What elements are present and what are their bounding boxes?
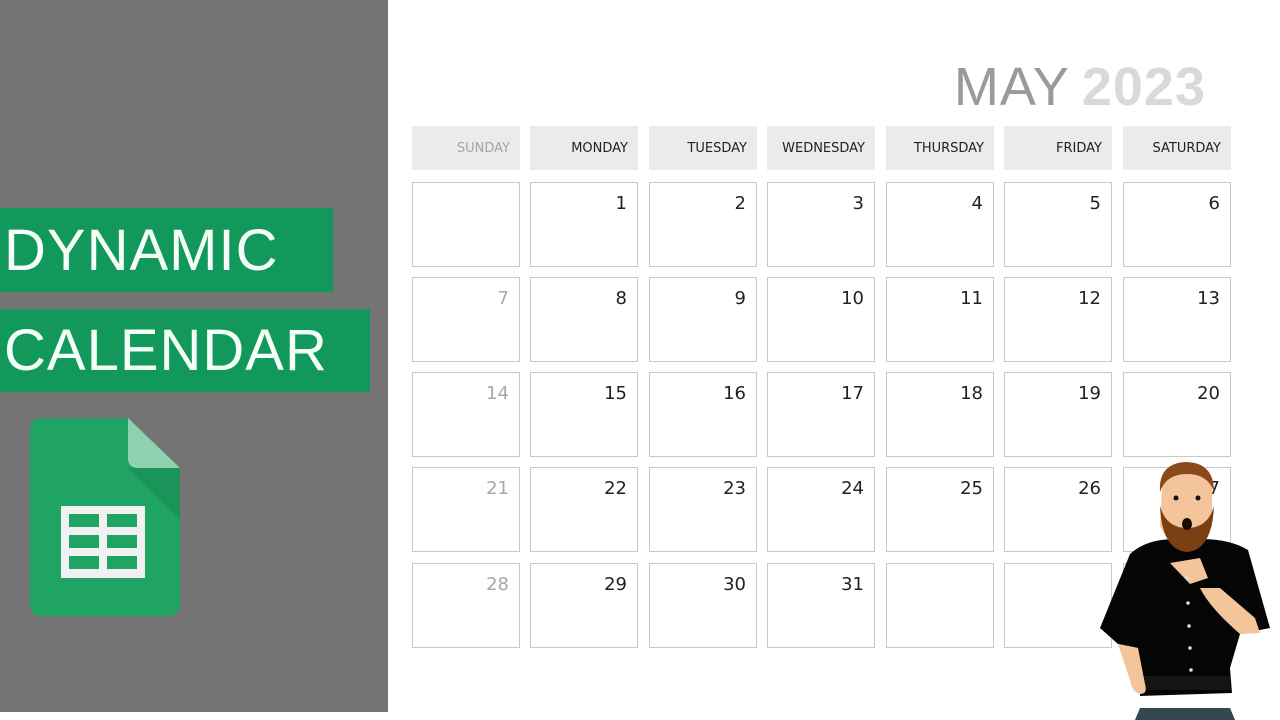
day-number: 14: [486, 383, 509, 404]
day-number: 2: [734, 193, 746, 214]
day-cell[interactable]: 11: [886, 277, 994, 362]
day-cell[interactable]: 10: [767, 277, 875, 362]
day-number: 19: [1078, 383, 1101, 404]
weekday-header-friday: FRIDAY: [1004, 126, 1112, 170]
day-cell[interactable]: 6: [1123, 182, 1231, 267]
day-number: 24: [841, 478, 864, 499]
weekday-header-tuesday: TUESDAY: [649, 126, 757, 170]
day-number: 5: [1089, 193, 1101, 214]
day-number: 28: [486, 574, 509, 595]
weekday-header-thursday: THURSDAY: [886, 126, 994, 170]
day-cell[interactable]: 18: [886, 372, 994, 457]
day-number: 13: [1197, 288, 1220, 309]
day-number: 20: [1197, 383, 1220, 404]
day-number: 11: [960, 288, 983, 309]
day-cell[interactable]: 20: [1123, 372, 1231, 457]
day-number: 23: [723, 478, 746, 499]
day-cell[interactable]: 5: [1004, 182, 1112, 267]
belt-shape: [1138, 676, 1230, 690]
day-cell[interactable]: 7: [412, 277, 520, 362]
day-cell[interactable]: 29: [530, 563, 638, 648]
day-number: 4: [971, 193, 983, 214]
day-cell[interactable]: 15: [530, 372, 638, 457]
day-cell[interactable]: 19: [1004, 372, 1112, 457]
day-cell[interactable]: 9: [649, 277, 757, 362]
day-number: 1: [615, 193, 627, 214]
day-cell[interactable]: 31: [767, 563, 875, 648]
day-number: 7: [497, 288, 509, 309]
title-banner-dynamic: DYNAMIC: [0, 208, 333, 292]
day-number: 25: [960, 478, 983, 499]
day-cell[interactable]: 28: [412, 563, 520, 648]
title-line-1: DYNAMIC: [4, 217, 279, 283]
day-cell[interactable]: 25: [886, 467, 994, 552]
day-cell[interactable]: [412, 182, 520, 267]
day-number: 12: [1078, 288, 1101, 309]
day-number: 16: [723, 383, 746, 404]
day-number: 17: [841, 383, 864, 404]
day-cell[interactable]: 14: [412, 372, 520, 457]
presenter-illustration: [1100, 462, 1270, 720]
weekday-header-wednesday: WEDNESDAY: [767, 126, 875, 170]
day-number: 3: [852, 193, 864, 214]
day-cell[interactable]: 21: [412, 467, 520, 552]
left-panel: DYNAMIC CALENDAR: [0, 0, 388, 712]
title-line-2: CALENDAR: [4, 318, 328, 383]
day-cell[interactable]: 2: [649, 182, 757, 267]
day-cell[interactable]: 30: [649, 563, 757, 648]
day-cell[interactable]: 1: [530, 182, 638, 267]
title-banner-calendar: CALENDAR: [0, 309, 370, 392]
month-label: MAY: [953, 57, 1070, 117]
day-number: 22: [604, 478, 627, 499]
google-sheets-icon: [30, 418, 180, 616]
day-number: 21: [486, 478, 509, 499]
day-cell[interactable]: [886, 563, 994, 648]
day-cell[interactable]: 24: [767, 467, 875, 552]
day-cell[interactable]: 12: [1004, 277, 1112, 362]
day-number: 29: [604, 574, 627, 595]
day-number: 8: [615, 288, 627, 309]
day-number: 18: [960, 383, 983, 404]
pants-shape: [1135, 708, 1235, 720]
day-cell[interactable]: 17: [767, 372, 875, 457]
weekday-header-monday: MONDAY: [530, 126, 638, 170]
day-number: 9: [734, 288, 746, 309]
day-number: 15: [604, 383, 627, 404]
day-number: 6: [1208, 193, 1220, 214]
weekday-header-sunday: SUNDAY: [412, 126, 520, 170]
day-cell[interactable]: 13: [1123, 277, 1231, 362]
day-number: 10: [841, 288, 864, 309]
day-number: 31: [841, 574, 864, 595]
day-cell[interactable]: 16: [649, 372, 757, 457]
year-label: 2023: [1081, 57, 1206, 117]
day-cell[interactable]: 4: [886, 182, 994, 267]
day-cell[interactable]: 23: [649, 467, 757, 552]
day-cell[interactable]: 3: [767, 182, 875, 267]
day-number: 30: [723, 574, 746, 595]
day-cell[interactable]: 8: [530, 277, 638, 362]
calendar-title: MAY 2023: [954, 52, 1206, 122]
weekday-header-saturday: SATURDAY: [1123, 126, 1231, 170]
day-cell[interactable]: 22: [530, 467, 638, 552]
